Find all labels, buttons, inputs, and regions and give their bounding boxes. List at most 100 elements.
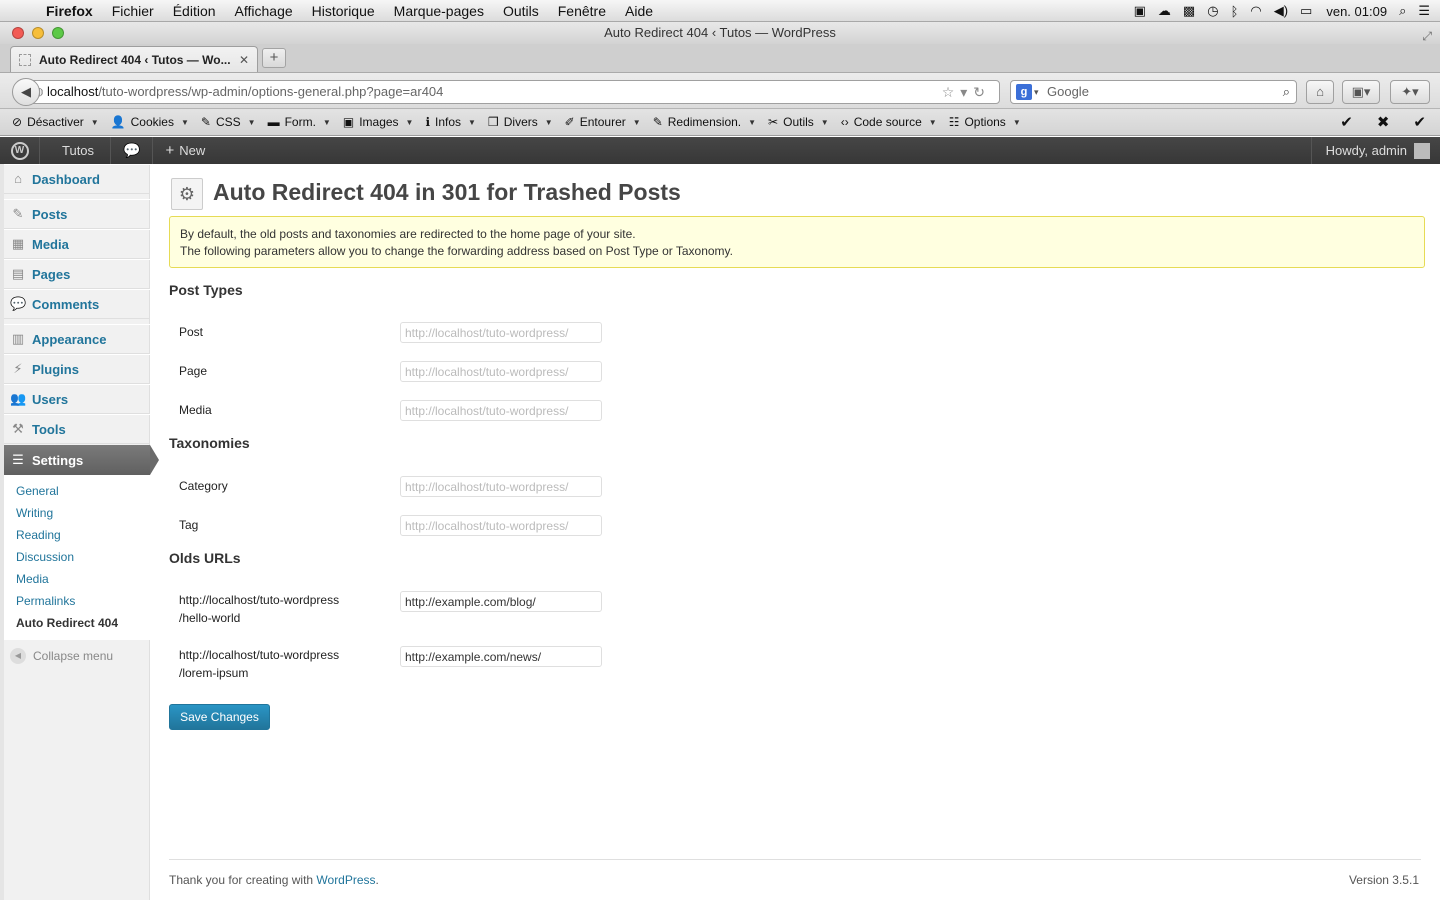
devbar-entourer[interactable]: ✐ Entourer ▼: [565, 115, 641, 129]
sidebar-item-pages[interactable]: ▤ Pages: [4, 259, 150, 289]
bluetooth-icon[interactable]: ᛒ: [1231, 4, 1239, 19]
devbar-divers[interactable]: ❒ Divers ▼: [488, 115, 553, 129]
image-icon: ▣: [342, 115, 355, 129]
menu-affichage[interactable]: Affichage: [235, 3, 293, 19]
devbar-css[interactable]: ✎ CSS ▼: [201, 115, 256, 129]
sidebar-item-users[interactable]: 👥 Users: [4, 384, 150, 414]
url-bar[interactable]: ◍ localhost/tuto-wordpress/wp-admin/opti…: [30, 80, 1000, 104]
menu-fichier[interactable]: Fichier: [112, 3, 154, 19]
gamepad-icon[interactable]: ▩: [1183, 3, 1195, 19]
back-button[interactable]: ◀: [12, 78, 40, 106]
spotlight-icon[interactable]: ⌕: [1399, 3, 1406, 19]
admin-bar-account[interactable]: Howdy, admin: [1310, 137, 1440, 164]
js-error-icon[interactable]: ✖: [1377, 113, 1390, 131]
submenu-writing[interactable]: Writing: [4, 502, 150, 524]
notification-center-icon[interactable]: ☰: [1418, 3, 1430, 19]
sidebar-item-plugins[interactable]: ⚡ Plugins: [4, 354, 150, 384]
sidebar-item-label: Settings: [32, 452, 84, 468]
minimize-window-icon[interactable]: [32, 27, 44, 39]
tools-menu-button[interactable]: ✦▾: [1390, 80, 1430, 104]
home-button[interactable]: ⌂: [1306, 80, 1334, 104]
dropbox-icon[interactable]: ▣: [1134, 3, 1146, 19]
menu-fenetre[interactable]: Fenêtre: [558, 3, 606, 19]
tag-redirect-input[interactable]: [400, 515, 602, 536]
bookmark-star-icon[interactable]: ☆▾↻: [942, 81, 991, 103]
sidebar-item-posts[interactable]: ✎ Posts: [4, 199, 150, 229]
time-machine-icon[interactable]: ◷: [1207, 3, 1218, 19]
comments-icon: 💬: [10, 296, 27, 311]
post-redirect-input[interactable]: [400, 322, 602, 343]
sidebar-item-appearance[interactable]: ▥ Appearance: [4, 324, 150, 354]
html-valid-check-icon[interactable]: ✔: [1413, 113, 1426, 131]
tab-close-icon[interactable]: ✕: [239, 53, 249, 67]
submenu-reading[interactable]: Reading: [4, 524, 150, 546]
devbar-desactiver[interactable]: ⊘ Désactiver ▼: [12, 115, 99, 129]
window-titlebar: Auto Redirect 404 ‹ Tutos — WordPress ⤢: [0, 22, 1440, 44]
google-icon[interactable]: g: [1016, 84, 1032, 100]
devbar-code-source[interactable]: ‹› Code source ▼: [841, 115, 937, 129]
sidebar-item-media[interactable]: ▦ Media: [4, 229, 150, 259]
settings-submenu: General Writing Reading Discussion Media…: [4, 475, 150, 640]
comments-bubble-icon[interactable]: 💬: [111, 137, 154, 164]
admin-bar-site-name[interactable]: Tutos: [40, 137, 112, 164]
submenu-general[interactable]: General: [4, 480, 150, 502]
search-engine-dropdown-icon[interactable]: ▾: [1034, 81, 1039, 103]
menu-marque-pages[interactable]: Marque-pages: [394, 3, 484, 19]
menu-edition[interactable]: Édition: [173, 3, 216, 19]
submenu-media[interactable]: Media: [4, 568, 150, 590]
menu-aide[interactable]: Aide: [625, 3, 653, 19]
menu-app-firefox[interactable]: Firefox: [46, 3, 93, 19]
cloud-icon[interactable]: ☁: [1158, 3, 1171, 19]
section-taxonomies: Taxonomies: [169, 435, 250, 451]
sidebar-item-dashboard[interactable]: ⌂ Dashboard: [4, 164, 150, 194]
zoom-window-icon[interactable]: [52, 27, 64, 39]
label-tag: Tag: [179, 518, 199, 532]
sidebar-item-label: Plugins: [32, 361, 79, 377]
tab-active[interactable]: Auto Redirect 404 ‹ Tutos — Wo... ✕: [10, 46, 258, 72]
css-valid-check-icon[interactable]: ✔: [1340, 113, 1353, 131]
devbar-label: CSS: [215, 115, 241, 129]
devbar-label: Code source: [853, 115, 922, 129]
devbar-label: Divers: [503, 115, 538, 129]
submenu-permalinks[interactable]: Permalinks: [4, 590, 150, 612]
menu-historique[interactable]: Historique: [312, 3, 375, 19]
wordpress-logo-icon[interactable]: W: [0, 137, 40, 164]
menu-clock[interactable]: ven. 01:09: [1326, 4, 1387, 19]
sidebar-item-settings[interactable]: ☰ Settings: [4, 445, 159, 475]
admin-bar-new[interactable]: + New: [153, 137, 217, 164]
extension-button[interactable]: ▣▾: [1342, 80, 1380, 104]
collapse-menu[interactable]: ◀ Collapse menu: [10, 648, 113, 664]
footer-wordpress-link[interactable]: WordPress: [316, 873, 375, 887]
info-icon: ℹ: [425, 115, 431, 129]
devbar-images[interactable]: ▣ Images ▼: [343, 115, 414, 129]
appearance-icon: ▥: [11, 331, 25, 346]
sidebar-item-comments[interactable]: 💬 Comments: [4, 289, 150, 319]
user-icon: 👤: [110, 115, 126, 129]
search-icon[interactable]: ⌕: [1283, 81, 1290, 103]
devbar-options[interactable]: ☷ Options ▼: [949, 115, 1021, 129]
cube-icon: ❒: [487, 115, 499, 129]
page-redirect-input[interactable]: [400, 361, 602, 382]
search-bar[interactable]: g ▾ Google ⌕: [1010, 80, 1297, 104]
new-tab-button[interactable]: +: [262, 48, 286, 68]
devbar-redimension[interactable]: ✎ Redimension. ▼: [653, 115, 756, 129]
battery-icon[interactable]: ▭: [1300, 3, 1312, 19]
old-url-2-input[interactable]: [400, 646, 602, 667]
media-redirect-input[interactable]: [400, 400, 602, 421]
devbar-form[interactable]: ▬ Form. ▼: [268, 115, 331, 129]
submenu-auto-redirect-404[interactable]: Auto Redirect 404: [4, 612, 150, 634]
submenu-discussion[interactable]: Discussion: [4, 546, 150, 568]
label-page: Page: [179, 364, 208, 378]
devbar-infos[interactable]: ℹ Infos ▼: [425, 115, 476, 129]
old-url-1-input[interactable]: [400, 591, 602, 612]
devbar-cookies[interactable]: 👤 Cookies ▼: [111, 115, 189, 129]
volume-icon[interactable]: ◀): [1274, 3, 1288, 19]
save-changes-button[interactable]: Save Changes: [169, 704, 270, 730]
section-olds-urls: Olds URLs: [169, 550, 241, 566]
devbar-outils[interactable]: ✂ Outils ▼: [768, 115, 829, 129]
wifi-icon[interactable]: ◠: [1250, 3, 1261, 19]
sidebar-item-tools[interactable]: ⚒ Tools: [4, 414, 150, 444]
menu-outils[interactable]: Outils: [503, 3, 539, 19]
category-redirect-input[interactable]: [400, 476, 602, 497]
close-window-icon[interactable]: [12, 27, 24, 39]
